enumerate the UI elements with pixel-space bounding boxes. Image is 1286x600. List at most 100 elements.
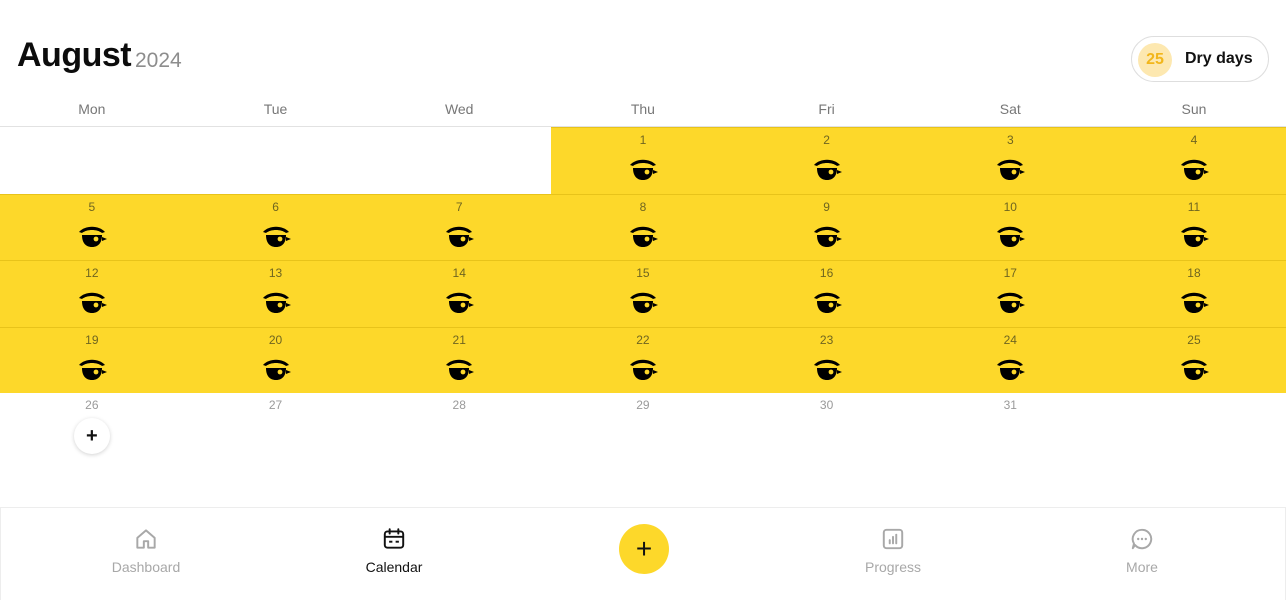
day-number: 26 bbox=[85, 398, 99, 412]
dry-day-cup-icon bbox=[812, 223, 842, 251]
day-number: 15 bbox=[636, 266, 650, 280]
calendar-day-4[interactable]: 4 bbox=[1102, 127, 1286, 194]
day-number: 10 bbox=[1003, 199, 1017, 214]
day-number: 30 bbox=[819, 398, 834, 412]
dry-day-cup-icon bbox=[1179, 223, 1209, 251]
day-number: 20 bbox=[268, 332, 283, 347]
calendar-day-31[interactable]: 31 bbox=[918, 393, 1102, 460]
dry-day-cup-icon bbox=[77, 289, 107, 317]
weekday-wed: Wed bbox=[444, 101, 474, 117]
calendar-day-26[interactable]: 26 + bbox=[0, 393, 184, 460]
weekday-sat: Sat bbox=[999, 101, 1021, 117]
nav-progress[interactable]: Progress bbox=[823, 526, 963, 575]
dry-day-cup-icon bbox=[444, 289, 475, 317]
calendar-week-row: 12 13 14 15 16 17 18 bbox=[0, 260, 1286, 327]
day-number: 18 bbox=[1187, 266, 1201, 280]
nav-dashboard[interactable]: Dashboard bbox=[76, 526, 216, 575]
calendar-day-1[interactable]: 1 bbox=[551, 127, 735, 194]
dry-days-label: Dry days bbox=[1185, 50, 1253, 67]
dry-day-cup-icon bbox=[995, 156, 1026, 184]
day-number: 27 bbox=[268, 398, 283, 412]
home-icon bbox=[136, 529, 156, 549]
dry-day-cup-icon bbox=[812, 289, 842, 317]
calendar-day-16[interactable]: 16 bbox=[734, 260, 919, 327]
day-number: 4 bbox=[1190, 133, 1198, 147]
weekday-sun: Sun bbox=[1181, 101, 1207, 117]
calendar-empty-cell bbox=[1102, 393, 1286, 460]
add-day-entry-button[interactable]: + bbox=[73, 418, 110, 454]
calendar-day-17[interactable]: 17 bbox=[918, 260, 1103, 327]
calendar-week-row: 1 2 3 4 bbox=[0, 127, 1286, 194]
chat-bubble-icon bbox=[1131, 528, 1153, 550]
calendar-day-19[interactable]: 19 bbox=[0, 326, 184, 393]
dry-day-cup-icon bbox=[77, 356, 107, 384]
month-title: August bbox=[17, 36, 132, 74]
dry-day-cup-icon bbox=[444, 356, 475, 384]
calendar-header: August 2024 25 Dry days bbox=[0, 0, 1286, 100]
calendar-day-8[interactable]: 8 bbox=[551, 193, 735, 260]
dry-day-cup-icon bbox=[812, 156, 842, 184]
dry-day-cup-icon bbox=[628, 356, 658, 384]
day-number: 13 bbox=[268, 266, 283, 280]
day-number: 29 bbox=[636, 398, 650, 412]
calendar-day-12[interactable]: 12 bbox=[0, 260, 184, 327]
day-number: 1 bbox=[639, 133, 647, 147]
calendar-week-row: 19 20 21 22 23 24 25 bbox=[0, 326, 1286, 393]
nav-dashboard-label: Dashboard bbox=[111, 559, 181, 575]
nav-more[interactable]: More bbox=[1072, 526, 1212, 575]
day-number: 9 bbox=[823, 199, 830, 214]
calendar-empty-cell bbox=[0, 127, 184, 194]
dry-day-cup-icon bbox=[261, 289, 291, 317]
nav-progress-label: Progress bbox=[864, 559, 922, 575]
calendar-day-25[interactable]: 25 bbox=[1102, 326, 1286, 393]
weekday-fri: Fri bbox=[818, 101, 835, 117]
day-number: 16 bbox=[819, 266, 834, 280]
calendar-day-21[interactable]: 21 bbox=[367, 326, 552, 393]
calendar-day-30[interactable]: 30 bbox=[735, 393, 919, 460]
day-number: 25 bbox=[1187, 332, 1201, 347]
calendar-day-28[interactable]: 28 bbox=[367, 393, 551, 460]
calendar-day-3[interactable]: 3 bbox=[918, 127, 1103, 194]
calendar-day-15[interactable]: 15 bbox=[551, 260, 735, 327]
calendar-day-27[interactable]: 27 bbox=[184, 393, 368, 460]
calendar-day-2[interactable]: 2 bbox=[734, 127, 919, 194]
day-number: 31 bbox=[1003, 398, 1017, 412]
calendar-day-14[interactable]: 14 bbox=[367, 260, 552, 327]
dry-day-cup-icon bbox=[628, 223, 658, 251]
day-number: 17 bbox=[1003, 266, 1017, 280]
calendar-week-row: 5 6 7 8 9 10 11 bbox=[0, 193, 1286, 260]
dry-day-cup-icon bbox=[995, 223, 1026, 251]
year-label: 2024 bbox=[135, 49, 182, 72]
calendar-day-20[interactable]: 20 bbox=[183, 326, 368, 393]
nav-calendar[interactable]: Calendar bbox=[324, 526, 464, 575]
day-number: 19 bbox=[85, 332, 99, 347]
dry-day-cup-icon bbox=[628, 289, 658, 317]
dry-days-badge[interactable]: 25 Dry days bbox=[1131, 36, 1269, 82]
calendar-day-23[interactable]: 23 bbox=[734, 326, 919, 393]
day-number: 6 bbox=[272, 199, 279, 214]
calendar-day-29[interactable]: 29 bbox=[551, 393, 735, 460]
weekday-tue: Tue bbox=[263, 101, 288, 117]
day-number: 24 bbox=[1003, 332, 1017, 347]
calendar-week-row: 26 +27 28 29 30 31 bbox=[0, 393, 1286, 460]
calendar-day-22[interactable]: 22 bbox=[551, 326, 735, 393]
nav-calendar-label: Calendar bbox=[365, 559, 423, 575]
day-number: 8 bbox=[639, 199, 647, 214]
bottom-nav: Dashboard Calendar + Progress More bbox=[0, 507, 1286, 600]
weekday-thu: Thu bbox=[630, 101, 655, 117]
add-entry-button[interactable]: + bbox=[619, 524, 669, 574]
calendar-day-13[interactable]: 13 bbox=[183, 260, 368, 327]
calendar-day-9[interactable]: 9 bbox=[734, 193, 919, 260]
day-number: 28 bbox=[452, 398, 466, 412]
calendar-day-10[interactable]: 10 bbox=[918, 193, 1103, 260]
dry-day-cup-icon bbox=[261, 356, 291, 384]
day-number: 11 bbox=[1187, 199, 1201, 214]
calendar-day-7[interactable]: 7 bbox=[367, 193, 552, 260]
calendar-day-18[interactable]: 18 bbox=[1102, 260, 1286, 327]
calendar-grid: 1 2 3 4 5 6 7 8 9 10 11 12 13 14 15 16 17 18 19 20 21 22 23 24 2… bbox=[0, 127, 1286, 460]
calendar-day-6[interactable]: 6 bbox=[183, 193, 368, 260]
bar-chart-icon bbox=[882, 528, 904, 550]
calendar-day-11[interactable]: 11 bbox=[1102, 193, 1286, 260]
calendar-day-5[interactable]: 5 bbox=[0, 193, 184, 260]
calendar-day-24[interactable]: 24 bbox=[918, 326, 1103, 393]
